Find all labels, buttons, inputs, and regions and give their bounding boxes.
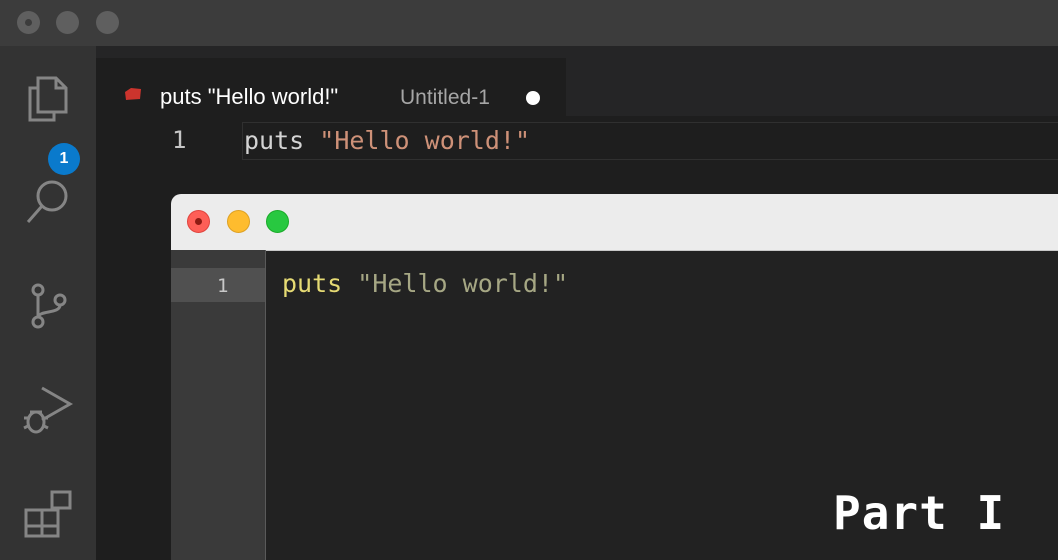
- extensions-icon[interactable]: [22, 488, 74, 540]
- code-line[interactable]: puts "Hello world!": [244, 126, 530, 155]
- unsaved-dot-icon[interactable]: [526, 91, 540, 105]
- explorer-badge: 1: [48, 143, 80, 175]
- tab-bar: puts "Hello world!" Untitled-1: [96, 46, 1058, 116]
- part-label: Part I: [833, 486, 1006, 540]
- minimize-window-button[interactable]: [56, 11, 79, 34]
- inner-line-number: 1: [217, 275, 229, 297]
- code-keyword: puts: [244, 126, 305, 155]
- line-gutter: 1: [171, 250, 266, 560]
- ruby-file-icon: [125, 88, 141, 100]
- inner-code-line[interactable]: puts "Hello world!": [282, 269, 568, 298]
- inner-close-button[interactable]: [187, 210, 210, 233]
- source-control-icon[interactable]: [22, 280, 74, 332]
- zoom-window-button[interactable]: [96, 11, 119, 34]
- close-window-button[interactable]: [17, 11, 40, 34]
- line-number: 1: [172, 126, 187, 154]
- inner-zoom-button[interactable]: [266, 210, 289, 233]
- inner-title-bar: [171, 194, 1058, 251]
- files-icon[interactable]: [22, 72, 74, 124]
- inner-code-keyword: puts: [282, 269, 343, 298]
- activity-bar: 1: [0, 46, 96, 560]
- tab-untitled-1[interactable]: puts "Hello world!" Untitled-1: [96, 58, 566, 116]
- search-icon[interactable]: [22, 176, 74, 228]
- inner-minimize-button[interactable]: [227, 210, 250, 233]
- tab-filename: puts "Hello world!": [160, 84, 339, 109]
- window-title-bar: [0, 0, 1058, 46]
- code-string: "Hello world!": [319, 126, 530, 155]
- tab-label: Untitled-1: [400, 86, 490, 109]
- run-debug-icon[interactable]: [22, 384, 74, 436]
- inner-code-string: "Hello world!": [357, 269, 568, 298]
